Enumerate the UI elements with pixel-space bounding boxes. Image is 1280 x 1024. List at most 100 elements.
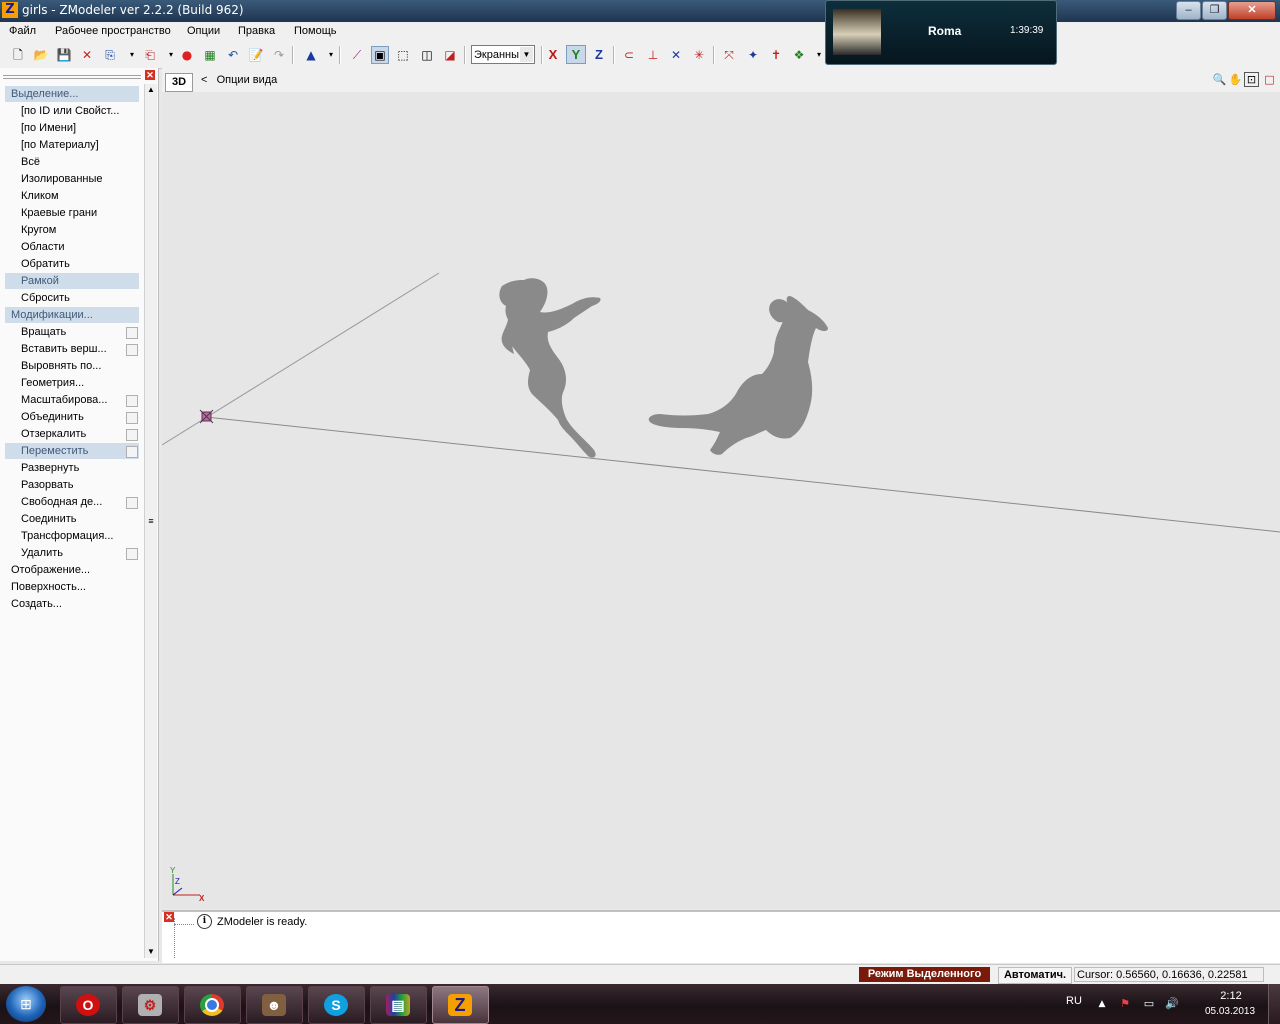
tray-expand-icon[interactable]: ▲: [1095, 997, 1109, 1011]
selection-item[interactable]: Сбросить: [5, 290, 139, 306]
start-button[interactable]: ⊞: [6, 986, 46, 1022]
scroll-grip-icon[interactable]: ≡: [146, 516, 156, 526]
axis-gizmo-icon[interactable]: ⊥: [644, 46, 662, 64]
modify-item[interactable]: Вращать: [5, 324, 139, 340]
light-cone-icon[interactable]: ▲: [302, 46, 320, 64]
app-icon[interactable]: Z: [2, 2, 18, 18]
selection-item[interactable]: Изолированные: [5, 171, 139, 187]
command-group[interactable]: Отображение...: [5, 562, 139, 578]
clock-time[interactable]: 2:12: [1207, 990, 1255, 1002]
pan-hand-icon[interactable]: ✋: [1228, 72, 1243, 87]
clock-date[interactable]: 05.03.2013: [1200, 1006, 1260, 1017]
option-checkbox[interactable]: [126, 429, 138, 441]
modify-item[interactable]: Соединить: [5, 511, 139, 527]
new-file-icon[interactable]: 🗋: [9, 46, 27, 64]
volume-icon[interactable]: 🔊: [1165, 997, 1179, 1011]
close-button[interactable]: ✕: [1228, 1, 1276, 20]
light-dropdown-icon[interactable]: ▾: [322, 46, 340, 64]
panel-close-icon[interactable]: ✕: [145, 70, 155, 80]
modify-item[interactable]: Отзеркалить: [5, 426, 139, 442]
language-indicator[interactable]: RU: [1066, 995, 1082, 1007]
taskbar-winrar[interactable]: ▤: [370, 986, 427, 1024]
selection-item[interactable]: [по ID или Свойст...: [5, 103, 139, 119]
undo-icon[interactable]: ↶: [224, 46, 242, 64]
coordinate-space-select[interactable]: Экранны ▼: [471, 45, 535, 64]
view-mode-button[interactable]: 3D: [165, 73, 193, 92]
selection-item[interactable]: Кругом: [5, 222, 139, 238]
display-icon[interactable]: ▭: [1142, 997, 1156, 1011]
fit-view-icon[interactable]: ⊡: [1244, 72, 1259, 87]
vertex-mode-icon[interactable]: ⟋: [348, 46, 366, 64]
star-axis-icon[interactable]: ✳: [690, 46, 708, 64]
skeleton-icon[interactable]: ✦: [744, 46, 762, 64]
axis-z-toggle[interactable]: Z: [589, 45, 609, 64]
selection-item[interactable]: Кликом: [5, 188, 139, 204]
call-notification[interactable]: Roma 1:39:39: [825, 0, 1057, 65]
taskbar-opera[interactable]: O: [60, 986, 117, 1024]
menu-options[interactable]: Опции: [187, 25, 220, 37]
menu-workspace[interactable]: Рабочее пространство: [55, 25, 171, 37]
notes-icon[interactable]: 📝: [247, 46, 265, 64]
selection-item[interactable]: Области: [5, 239, 139, 255]
modify-item[interactable]: Выровнять по...: [5, 358, 139, 374]
command-group[interactable]: Создать...: [5, 596, 139, 612]
selection-group-header[interactable]: Выделение...: [5, 86, 139, 102]
option-checkbox[interactable]: [126, 395, 138, 407]
option-checkbox[interactable]: [126, 412, 138, 424]
modify-group-header[interactable]: Модификации...: [5, 307, 139, 323]
figure-icon[interactable]: ✝: [767, 46, 785, 64]
menu-edit[interactable]: Правка: [238, 25, 275, 37]
selection-item[interactable]: [по Имени]: [5, 120, 139, 136]
palette-icon[interactable]: ❖: [790, 46, 808, 64]
selection-item[interactable]: Обратить: [5, 256, 139, 272]
render-icon[interactable]: ●: [178, 46, 196, 64]
option-checkbox[interactable]: [126, 446, 138, 458]
axis-y-toggle[interactable]: Y: [566, 45, 586, 64]
modify-item[interactable]: Трансформация...: [5, 528, 139, 544]
minimize-button[interactable]: –: [1176, 1, 1201, 20]
export-icon[interactable]: ⎗: [141, 46, 159, 64]
open-folder-icon[interactable]: 📂: [32, 46, 50, 64]
selection-item[interactable]: Всё: [5, 154, 139, 170]
modify-item[interactable]: Удалить: [5, 545, 139, 561]
selection-item[interactable]: Рамкой: [5, 273, 139, 289]
object-mode-icon[interactable]: ▣: [371, 46, 389, 64]
modify-item[interactable]: Переместить: [5, 443, 139, 459]
modify-item[interactable]: Вставить верш...: [5, 341, 139, 357]
modify-item[interactable]: Объединить: [5, 409, 139, 425]
chevron-down-icon[interactable]: ▼: [520, 47, 533, 62]
maximize-viewport-icon[interactable]: □: [1262, 72, 1277, 87]
delete-icon[interactable]: ✕: [78, 46, 96, 64]
3d-viewport[interactable]: [161, 92, 1280, 908]
menu-help[interactable]: Помощь: [294, 25, 337, 37]
modify-item[interactable]: Геометрия...: [5, 375, 139, 391]
modify-item[interactable]: Разорвать: [5, 477, 139, 493]
view-options-menu[interactable]: < Опции вида: [201, 74, 277, 86]
selection-item[interactable]: [по Материалу]: [5, 137, 139, 153]
bone-icon[interactable]: ⤧: [720, 46, 738, 64]
box-mode-icon[interactable]: ◪: [441, 46, 459, 64]
modify-item[interactable]: Свободная де...: [5, 494, 139, 510]
modify-item[interactable]: Масштабирова...: [5, 392, 139, 408]
panel-scrollbar[interactable]: ▲ ≡ ▼: [144, 84, 157, 958]
import-icon[interactable]: ⎘: [101, 46, 119, 64]
axis-x-toggle[interactable]: X: [543, 45, 563, 64]
magnet-icon[interactable]: ⊂: [620, 46, 638, 64]
scroll-up-icon[interactable]: ▲: [145, 84, 157, 96]
option-checkbox[interactable]: [126, 548, 138, 560]
zoom-icon[interactable]: 🔍: [1212, 72, 1227, 87]
viewport-canvas[interactable]: [161, 92, 1280, 908]
network-warning-icon[interactable]: ⚑: [1118, 997, 1132, 1011]
modify-item[interactable]: Развернуть: [5, 460, 139, 476]
taskbar-game-launcher[interactable]: ⚙: [122, 986, 179, 1024]
redo-icon[interactable]: ↷: [270, 46, 288, 64]
import-dropdown-icon[interactable]: ▾: [123, 46, 141, 64]
maximize-button[interactable]: ❐: [1202, 1, 1227, 20]
title-bar[interactable]: Z girls - ZModeler ver 2.2.2 (Build 962)…: [0, 0, 1280, 22]
log-close-icon[interactable]: ✕: [164, 912, 174, 922]
menu-file[interactable]: Файл: [9, 25, 36, 37]
show-desktop-button[interactable]: [1268, 984, 1280, 1024]
cross-axis-icon[interactable]: ✕: [667, 46, 685, 64]
scroll-down-icon[interactable]: ▼: [145, 946, 157, 958]
cube-mode-icon[interactable]: ◫: [418, 46, 436, 64]
